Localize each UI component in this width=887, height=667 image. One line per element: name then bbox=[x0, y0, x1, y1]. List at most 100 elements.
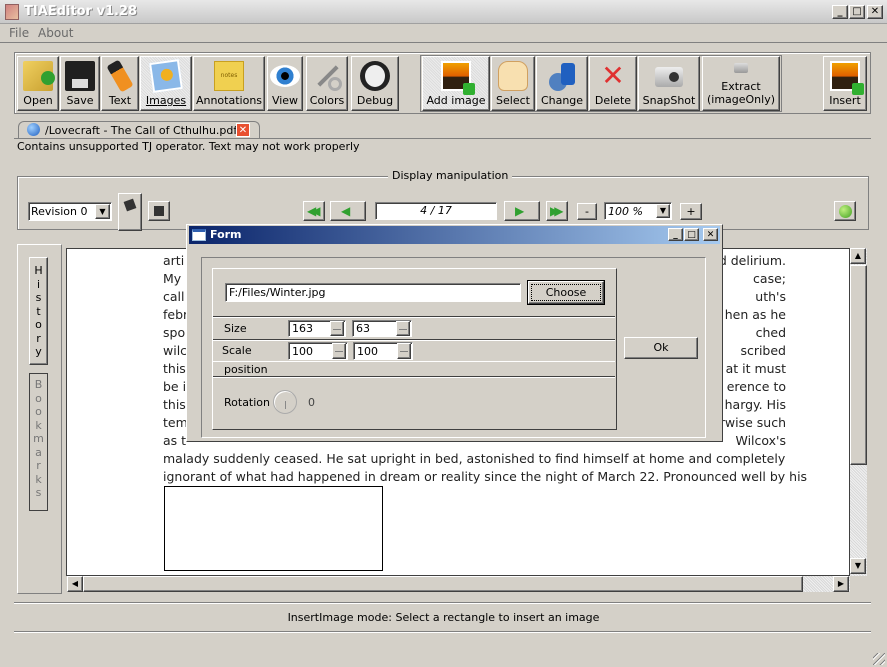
document-line: tem bbox=[163, 415, 188, 430]
display-manipulation-title: Display manipulation bbox=[388, 169, 513, 182]
zoom-in-button[interactable]: + bbox=[680, 203, 702, 220]
menu-bar: File About bbox=[0, 24, 887, 42]
close-tab-icon[interactable]: ✕ bbox=[236, 123, 250, 137]
size-height-input[interactable]: 63 bbox=[352, 320, 412, 337]
sidebar-letter: y bbox=[35, 345, 42, 358]
scale-y-input[interactable]: 100 bbox=[353, 342, 413, 360]
horizontal-scroll-thumb[interactable] bbox=[83, 576, 803, 592]
size-width-spinner[interactable] bbox=[330, 321, 344, 336]
double-left-arrow-icon: ◀◀ bbox=[307, 204, 321, 218]
change-button[interactable]: Change bbox=[536, 56, 588, 111]
rotation-label: Rotation bbox=[224, 396, 271, 409]
insert-button[interactable]: Insert bbox=[823, 56, 867, 111]
sidebar-letter: s bbox=[35, 291, 42, 304]
scroll-up-button[interactable]: ▲ bbox=[850, 248, 866, 264]
sidebar-letter: k bbox=[35, 472, 42, 486]
last-page-button[interactable]: ▶▶ bbox=[546, 201, 568, 221]
minimize-button[interactable]: _ bbox=[832, 5, 848, 19]
previous-page-button[interactable]: ◀ bbox=[330, 201, 366, 221]
hand-icon bbox=[498, 61, 528, 91]
form-dialog: Form _ □ ✕ F:/Files/Winter.jpg Choose Si… bbox=[186, 224, 723, 442]
document-line: scribed bbox=[740, 343, 786, 358]
save-button[interactable]: Save bbox=[60, 56, 100, 111]
position-label: position bbox=[224, 363, 268, 376]
document-tab[interactable]: /Lovecraft - The Call of Cthulhu.pdf ✕ bbox=[18, 121, 260, 139]
scroll-down-button[interactable]: ▼ bbox=[850, 558, 866, 574]
dialog-close-button[interactable]: ✕ bbox=[703, 228, 718, 241]
dial-needle bbox=[285, 401, 286, 409]
save-revision-button[interactable] bbox=[118, 193, 142, 231]
text-button[interactable]: Text bbox=[101, 56, 139, 111]
save-as-revision-button[interactable] bbox=[148, 201, 170, 221]
floppy-small-icon bbox=[123, 198, 137, 212]
document-line: d delirium. bbox=[718, 253, 786, 268]
status-divider-bottom bbox=[14, 631, 871, 633]
annotations-button[interactable]: notes Annotations bbox=[193, 56, 265, 111]
bookmarks-tab[interactable]: Bookmarks bbox=[29, 373, 48, 511]
document-line: uth's bbox=[755, 289, 786, 304]
warning-message: Contains unsupported TJ operator. Text m… bbox=[17, 140, 360, 153]
document-line: at it must bbox=[725, 361, 786, 376]
rotation-value: 0 bbox=[308, 396, 315, 409]
images-icon bbox=[149, 59, 183, 93]
choose-button[interactable]: Choose bbox=[527, 280, 605, 305]
change-icon bbox=[547, 61, 577, 91]
document-line: rwise such bbox=[719, 415, 786, 430]
debug-button[interactable]: Debug bbox=[351, 56, 399, 111]
next-page-button[interactable]: ▶ bbox=[504, 201, 540, 221]
sidebar-letter: i bbox=[36, 277, 41, 291]
select-button[interactable]: Select bbox=[491, 56, 535, 111]
scale-x-input[interactable]: 100 bbox=[288, 342, 348, 360]
dialog-title-bar[interactable]: Form _ □ ✕ bbox=[189, 226, 720, 244]
scale-x-spinner[interactable] bbox=[332, 343, 346, 359]
scroll-right-button[interactable]: ▶ bbox=[833, 576, 849, 592]
images-button[interactable]: Images bbox=[140, 56, 192, 111]
scale-label: Scale bbox=[222, 344, 252, 357]
sidebar-letter: m bbox=[33, 432, 44, 445]
resize-grip-icon[interactable] bbox=[873, 653, 885, 665]
delete-button[interactable]: ✕ Delete bbox=[589, 56, 637, 111]
view-button[interactable]: View bbox=[267, 56, 303, 111]
sidebar-letter: o bbox=[35, 405, 42, 418]
history-tab[interactable]: History bbox=[29, 257, 48, 365]
dialog-minimize-button[interactable]: _ bbox=[668, 228, 683, 241]
window-title: TIAEditor v1.28 bbox=[24, 4, 138, 19]
status-divider-top bbox=[14, 602, 871, 604]
ok-button[interactable]: Ok bbox=[624, 337, 698, 359]
maximize-button[interactable]: □ bbox=[849, 5, 865, 19]
page-number-input[interactable]: 4 / 17 bbox=[375, 202, 497, 220]
rotation-dial[interactable] bbox=[273, 390, 297, 414]
double-right-arrow-icon: ▶▶ bbox=[550, 204, 564, 218]
status-ok-button[interactable] bbox=[834, 201, 856, 221]
menu-file[interactable]: File bbox=[9, 26, 29, 40]
extract-image-only-button[interactable]: Extract (imageOnly) bbox=[702, 56, 780, 111]
zoom-select[interactable]: 100 % ▼ bbox=[604, 202, 672, 220]
add-image-icon bbox=[441, 61, 475, 95]
first-page-button[interactable]: ◀◀ bbox=[303, 201, 325, 221]
chevron-down-icon: ▼ bbox=[95, 204, 110, 219]
floppy-disk-icon bbox=[65, 61, 95, 91]
snapshot-button[interactable]: SnapShot bbox=[638, 56, 700, 111]
colors-button[interactable]: Colors bbox=[306, 56, 348, 111]
row-divider bbox=[213, 339, 615, 341]
left-arrow-icon: ◀ bbox=[341, 204, 351, 218]
zoom-out-button[interactable]: - bbox=[577, 203, 597, 220]
scroll-left-button[interactable]: ◀ bbox=[67, 576, 83, 592]
size-width-input[interactable]: 163 bbox=[288, 320, 346, 337]
close-button[interactable]: ✕ bbox=[867, 5, 883, 19]
open-button[interactable]: Open bbox=[17, 56, 59, 111]
dialog-maximize-button[interactable]: □ bbox=[684, 228, 699, 241]
add-image-button[interactable]: Add image bbox=[422, 56, 490, 111]
menu-about[interactable]: About bbox=[38, 26, 73, 40]
status-message: InsertImage mode: Select a rectangle to … bbox=[287, 611, 600, 624]
size-height-spinner[interactable] bbox=[396, 321, 410, 336]
vertical-scroll-thumb[interactable] bbox=[850, 265, 867, 465]
image-placeholder-rect[interactable] bbox=[164, 486, 383, 571]
app-icon bbox=[5, 4, 19, 20]
document-tab-label: /Lovecraft - The Call of Cthulhu.pdf bbox=[45, 124, 238, 137]
file-path-input[interactable]: F:/Files/Winter.jpg bbox=[225, 283, 521, 302]
window-icon bbox=[192, 229, 206, 241]
revision-select[interactable]: Revision 0 ▼ bbox=[28, 202, 112, 221]
scale-y-spinner[interactable] bbox=[397, 343, 411, 359]
camera-small-icon bbox=[734, 63, 748, 73]
